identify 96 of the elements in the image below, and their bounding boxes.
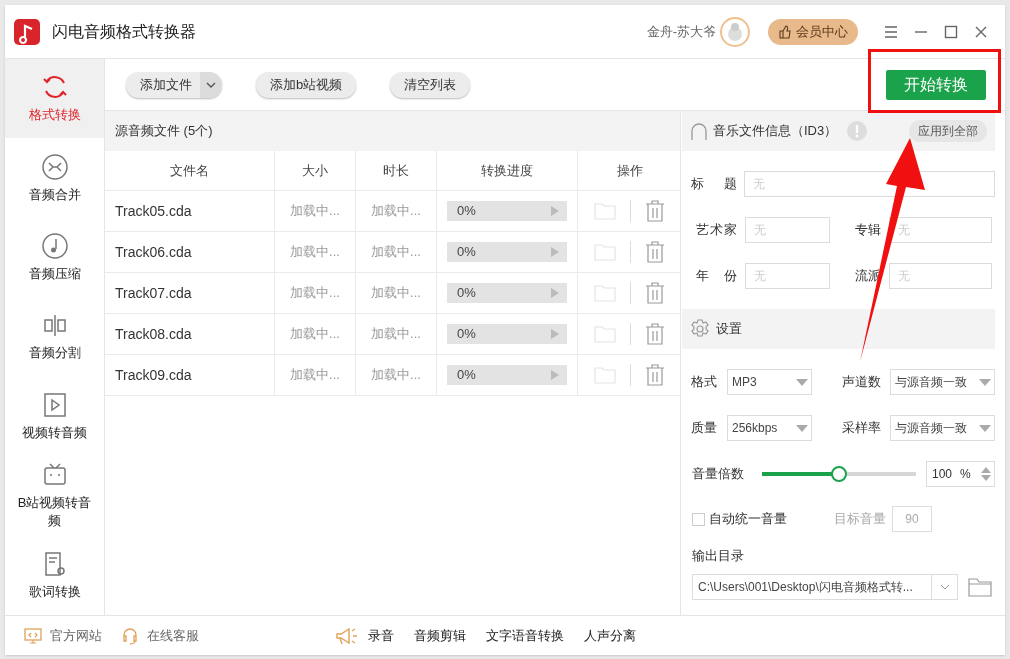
checkbox-label: 自动统一音量 — [709, 510, 787, 529]
duration-cell: 加载中... — [356, 314, 437, 354]
dropdown[interactable]: 与源音频一致 — [890, 415, 995, 441]
music-note-icon — [40, 232, 69, 261]
trash-icon[interactable] — [645, 323, 665, 345]
progress-text: 0% — [457, 366, 476, 385]
field-label: 专辑 — [855, 221, 881, 240]
list-title: 源音频文件 (5个) — [115, 122, 213, 141]
play-icon[interactable] — [551, 370, 559, 380]
folder-icon[interactable] — [968, 576, 992, 597]
column-header: 操作 — [615, 161, 644, 180]
progress-text: 0% — [457, 202, 476, 221]
sidebar-item[interactable]: B站视频转音频 — [5, 456, 104, 536]
spinner-arrows-icon[interactable] — [980, 466, 992, 482]
play-icon[interactable] — [551, 288, 559, 298]
file-name-cell: Track08.cda — [105, 314, 275, 354]
sidebar-item[interactable]: 格式转换 — [5, 59, 104, 139]
settings-icon — [690, 319, 710, 339]
dropdown[interactable]: MP3 — [727, 369, 812, 395]
field-label: 标题 — [691, 175, 737, 194]
play-icon[interactable] — [551, 329, 559, 339]
thumbs-up-icon — [778, 24, 792, 39]
field-label: 年份 — [696, 267, 737, 286]
add-file-button[interactable]: 添加文件 — [126, 71, 222, 98]
avatar-icon — [720, 16, 750, 47]
user-name: 金舟-苏大爷 — [646, 22, 716, 41]
select-label: 格式 — [691, 373, 717, 392]
size-cell: 加载中... — [275, 191, 356, 231]
size-cell: 加载中... — [275, 273, 356, 313]
size-cell: 加载中... — [275, 355, 356, 395]
duration-cell: 加载中... — [356, 232, 437, 272]
output-directory-label: 输出目录 — [691, 547, 745, 565]
add-bilibili-video-button[interactable]: 添加b站视频 — [256, 71, 357, 98]
trash-icon[interactable] — [645, 241, 665, 263]
merge-icon — [40, 152, 69, 181]
file-name-cell: Track07.cda — [105, 273, 275, 313]
headset-icon — [121, 626, 139, 645]
duration-cell: 加载中... — [356, 191, 437, 231]
column-header: 大小 — [275, 151, 356, 190]
target-volume-label: 目标音量 — [834, 510, 886, 529]
sidebar-item[interactable]: 音频压缩 — [5, 217, 104, 298]
column-header: 文件名 — [105, 151, 275, 190]
vip-center-button[interactable]: 会员中心 — [768, 18, 858, 45]
duration-cell: 加载中... — [356, 273, 437, 313]
progress-text: 0% — [457, 284, 476, 303]
monitor-icon — [24, 626, 42, 645]
play-icon[interactable] — [551, 247, 559, 257]
column-header: 转换进度 — [437, 151, 578, 190]
select-label: 采样率 — [842, 419, 881, 438]
file-name-cell: Track09.cda — [105, 355, 275, 395]
file-name-cell: Track05.cda — [105, 191, 275, 231]
footer-link[interactable]: 官方网站 — [24, 625, 102, 646]
trash-icon[interactable] — [645, 364, 665, 386]
sidebar-item[interactable]: 视频转音频 — [5, 376, 104, 457]
sidebar-item[interactable]: 音频合并 — [5, 138, 104, 218]
play-icon[interactable] — [551, 206, 559, 216]
dropdown[interactable]: 256kbps — [727, 415, 812, 441]
sidebar-item[interactable]: 歌词转换 — [5, 535, 104, 615]
headphones-icon — [690, 121, 708, 141]
caret-down-icon — [796, 378, 808, 386]
app-logo-icon — [14, 18, 40, 45]
volume-spinbox[interactable]: 100 % — [926, 461, 995, 487]
field-label: 艺术家 — [696, 221, 737, 240]
caret-down-icon — [979, 424, 991, 432]
duration-cell: 加载中... — [356, 355, 437, 395]
column-header: 时长 — [356, 151, 437, 190]
size-cell: 加载中... — [275, 314, 356, 354]
progress-text: 0% — [457, 243, 476, 262]
megaphone-icon — [335, 625, 359, 646]
select-label: 声道数 — [842, 373, 881, 392]
section-title: 设置 — [716, 320, 742, 339]
footer-tool-link[interactable]: 录音 — [368, 625, 394, 646]
footer-tool-link[interactable]: 人声分离 — [584, 625, 636, 646]
caret-down-icon — [796, 424, 808, 432]
trash-icon[interactable] — [645, 200, 665, 222]
select-label: 质量 — [691, 419, 717, 438]
volume-label: 音量倍数 — [692, 465, 744, 484]
sidebar-item[interactable]: 音频分割 — [5, 297, 104, 377]
output-path-dropdown[interactable]: C:\Users\001\Desktop\闪电音频格式转... — [692, 573, 958, 600]
progress-text: 0% — [457, 325, 476, 344]
window-title: 闪电音频格式转换器 — [52, 21, 196, 42]
caret-down-icon — [979, 378, 991, 386]
dropdown[interactable]: 与源音频一致 — [890, 369, 995, 395]
footer-tool-link[interactable]: 音频剪辑 — [414, 625, 466, 646]
panel-title: 音乐文件信息（ID3） — [713, 122, 838, 141]
footer-tool-link[interactable]: 文字语音转换 — [486, 625, 564, 646]
footer-link[interactable]: 在线客服 — [121, 625, 199, 646]
file-name-cell: Track06.cda — [105, 232, 275, 272]
clear-list-button[interactable]: 清空列表 — [390, 71, 471, 98]
chevron-down-icon[interactable] — [939, 583, 950, 590]
size-cell: 加载中... — [275, 232, 356, 272]
chevron-down-icon[interactable] — [200, 71, 222, 98]
apply-to-all-button[interactable]: 应用到全部 — [909, 120, 987, 142]
checkbox[interactable] — [692, 512, 705, 526]
info-icon — [847, 121, 868, 141]
trash-icon[interactable] — [645, 282, 665, 304]
